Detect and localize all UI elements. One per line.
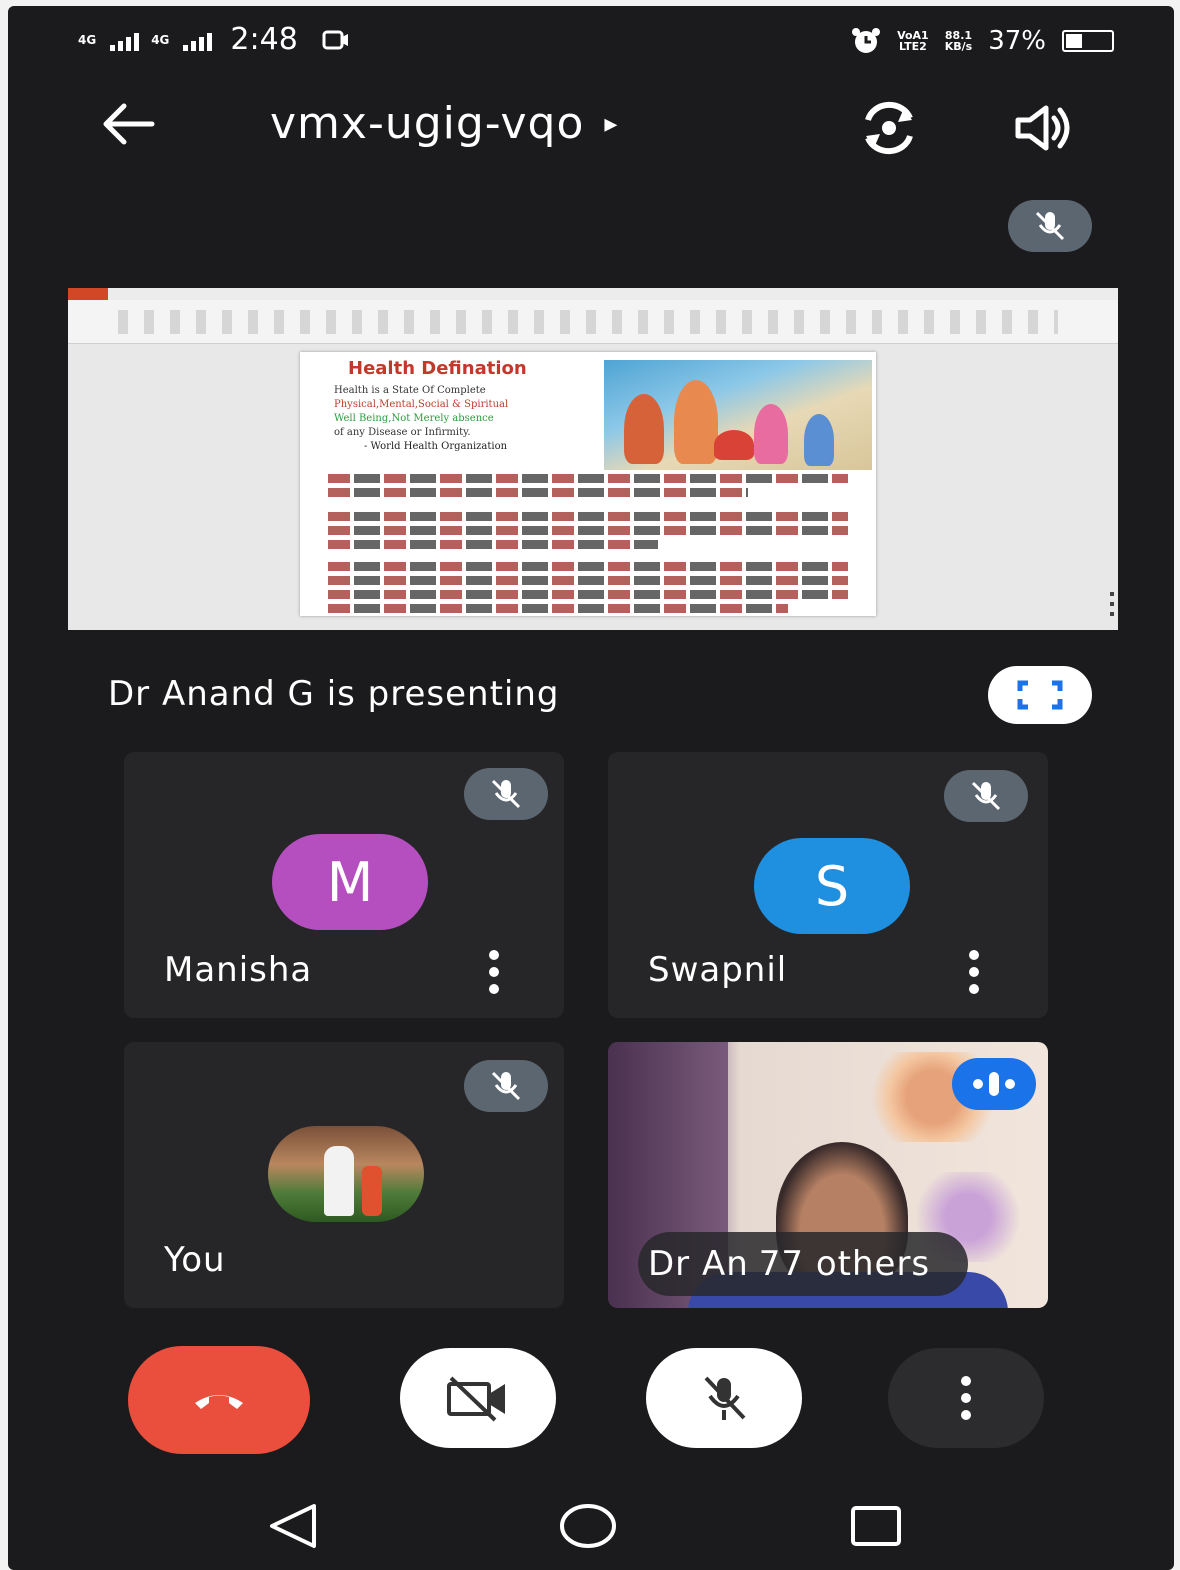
- mic-toggle-button[interactable]: [646, 1348, 802, 1448]
- nav-home-icon[interactable]: [558, 1500, 618, 1552]
- battery-icon: [1062, 30, 1114, 52]
- meeting-header: vmx-ugig-vqo ▸: [8, 94, 1174, 164]
- family-photo: [604, 360, 872, 470]
- battery-percent: 37%: [988, 26, 1046, 56]
- hindi-text-line: [328, 540, 658, 549]
- avatar: M: [272, 834, 428, 930]
- hindi-text-line: [328, 512, 848, 521]
- participant-tile-you[interactable]: You: [124, 1042, 564, 1308]
- caret-right-icon: ▸: [604, 108, 619, 139]
- hindi-text-line: [328, 576, 848, 585]
- arrow-left-icon[interactable]: [96, 96, 160, 152]
- participant-name: Swapnil: [648, 950, 788, 990]
- presenter-mic-off-badge: [1008, 200, 1092, 252]
- switch-camera-icon[interactable]: [854, 100, 924, 156]
- fullscreen-button[interactable]: [988, 666, 1092, 724]
- mic-off-icon: [971, 781, 1001, 811]
- slide-line: Physical,Mental,Social & Spiritual: [334, 399, 509, 410]
- signal-bars-1-icon: [110, 29, 140, 51]
- app-ribbon: [68, 288, 1118, 344]
- volte-line-2: LTE2: [898, 40, 927, 53]
- meeting-code-button[interactable]: vmx-ugig-vqo ▸: [270, 98, 618, 149]
- presentation-slide: Health Defination Health is a State Of C…: [300, 352, 876, 616]
- mic-off-badge: [464, 1060, 548, 1112]
- participant-tile-manisha[interactable]: M Manisha: [124, 752, 564, 1018]
- nav-recents-icon[interactable]: [848, 1500, 904, 1552]
- hindi-text-line: [328, 562, 848, 571]
- signal-bars-2-icon: [183, 29, 213, 51]
- android-nav-bar: [8, 1490, 1174, 1560]
- camera-off-icon: [447, 1376, 505, 1422]
- slide-body: Health is a State Of Complete Physical,M…: [334, 384, 604, 454]
- network-type-2: 4G: [151, 32, 170, 47]
- meet-screen: 4G 4G 2:48 VoA1 LTE2 88.1 KB/s 37% vmx-u…: [8, 6, 1174, 1570]
- slide-line: Well Being,Not Merely absence: [334, 413, 494, 424]
- hindi-text-line: [328, 488, 748, 497]
- mic-off-icon: [704, 1376, 746, 1420]
- end-call-icon: [195, 1395, 243, 1409]
- meeting-code: vmx-ugig-vqo: [270, 98, 585, 149]
- slide-line: of any Disease or Infirmity.: [334, 427, 471, 438]
- participant-name: Manisha: [164, 950, 313, 990]
- signal-1: 4G: [78, 34, 96, 46]
- others-count: 77 others: [758, 1244, 931, 1284]
- more-vert-icon[interactable]: [964, 950, 984, 994]
- more-options-button[interactable]: [888, 1348, 1044, 1448]
- status-bar: 4G 4G 2:48 VoA1 LTE2 88.1 KB/s 37%: [8, 6, 1174, 76]
- participant-name: You: [164, 1240, 226, 1280]
- volte-indicator: VoA1 LTE2: [897, 30, 929, 52]
- mic-off-badge: [944, 770, 1028, 822]
- network-type-1: 4G: [78, 32, 97, 47]
- hindi-text-line: [328, 590, 848, 599]
- slide-line: Health is a State Of Complete: [334, 385, 486, 396]
- presenting-bar: Dr Anand G is presenting: [70, 656, 1110, 736]
- participant-tile-others[interactable]: Dr An 77 others: [608, 1042, 1048, 1308]
- avatar: S: [754, 838, 910, 934]
- hindi-text-line: [328, 604, 788, 613]
- shared-screen: Health Defination Health is a State Of C…: [68, 288, 1118, 630]
- mic-off-icon: [1035, 211, 1065, 241]
- data-speed: 88.1 KB/s: [945, 30, 972, 52]
- more-vert-icon[interactable]: [484, 950, 504, 994]
- end-call-button[interactable]: [128, 1346, 310, 1454]
- slide-line: - World Health Organization: [364, 441, 508, 452]
- cast-icon: [322, 30, 348, 49]
- scrollbar[interactable]: [1110, 592, 1114, 616]
- presenting-label: Dr Anand G is presenting: [108, 674, 560, 714]
- slide-title: Health Defination: [348, 358, 527, 379]
- speaker-icon[interactable]: [1012, 102, 1076, 154]
- fullscreen-icon: [1017, 680, 1063, 710]
- participant-tile-swapnil[interactable]: S Swapnil: [608, 752, 1048, 1018]
- camera-toggle-button[interactable]: [400, 1348, 556, 1448]
- clock: 2:48: [230, 22, 298, 57]
- hindi-text-line: [328, 526, 848, 535]
- mic-off-icon: [491, 1071, 521, 1101]
- more-vert-icon: [956, 1376, 976, 1420]
- speaking-indicator-icon: [952, 1058, 1036, 1110]
- hindi-text-line: [328, 474, 848, 483]
- mic-off-badge: [464, 768, 548, 820]
- speed-unit: KB/s: [944, 40, 973, 53]
- mic-off-icon: [491, 779, 521, 809]
- avatar: [268, 1126, 424, 1222]
- alarm-icon: [852, 28, 881, 53]
- signal-2: 4G: [151, 34, 169, 46]
- nav-back-icon[interactable]: [264, 1500, 322, 1552]
- participant-name: Dr An: [648, 1244, 749, 1284]
- others-pill[interactable]: Dr An 77 others: [638, 1232, 969, 1296]
